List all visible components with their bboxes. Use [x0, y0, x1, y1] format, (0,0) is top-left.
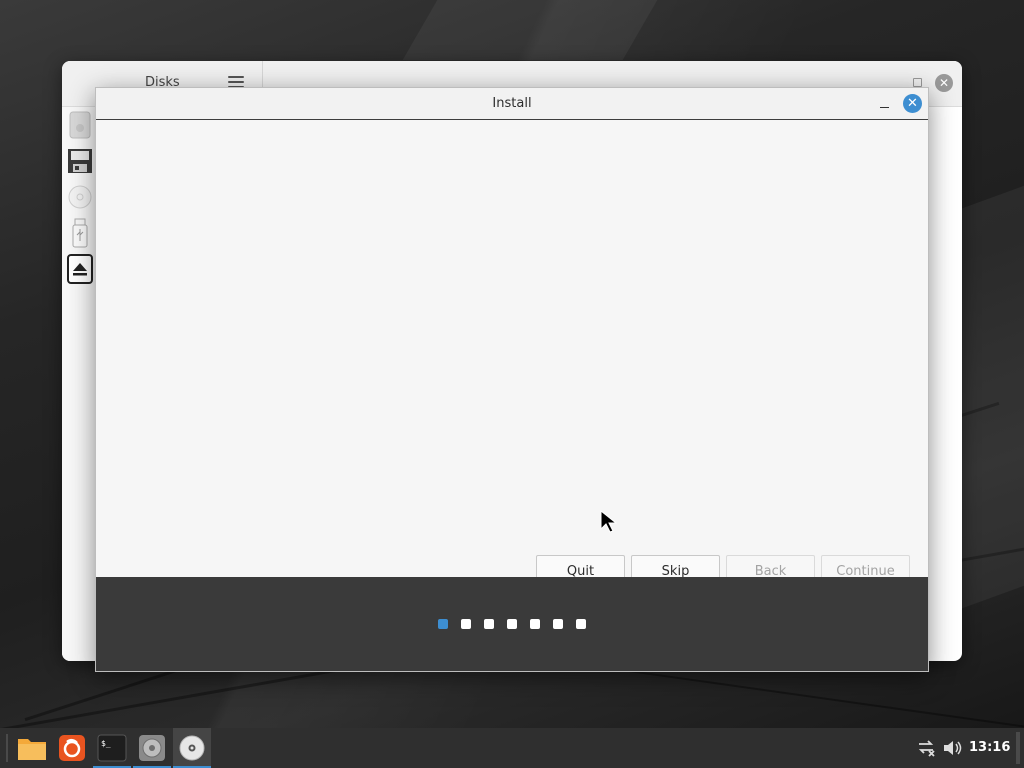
taskbar-disks[interactable]	[133, 728, 171, 768]
svg-text:$_: $_	[101, 739, 111, 748]
minimize-button[interactable]	[875, 94, 895, 114]
show-desktop-button[interactable]	[1016, 732, 1020, 764]
firefox-icon	[59, 735, 85, 761]
taskbar-install[interactable]	[173, 728, 211, 768]
taskbar-handle	[6, 734, 8, 762]
install-window: Install ✕ Quit Skip Back Continue	[95, 87, 929, 672]
optical-drive-icon[interactable]	[67, 183, 93, 211]
install-footer	[96, 577, 928, 671]
step-dot-6	[553, 619, 563, 629]
disks-close-button[interactable]: ✕	[935, 74, 953, 92]
floppy-icon[interactable]	[67, 147, 93, 175]
folder-icon	[18, 739, 46, 760]
clock[interactable]: 13:16	[969, 728, 1010, 768]
mouse-cursor-icon	[600, 510, 618, 533]
drive-icon[interactable]	[67, 111, 93, 139]
usb-drive-icon[interactable]	[67, 218, 93, 248]
disks-icon	[139, 735, 165, 761]
step-progress-dots	[438, 619, 586, 629]
close-button[interactable]: ✕	[903, 94, 922, 113]
maximize-icon[interactable]	[913, 78, 922, 87]
step-dot-5	[530, 619, 540, 629]
disks-sidebar	[62, 107, 96, 661]
volume-icon[interactable]	[942, 738, 962, 758]
install-titlebar[interactable]: Install ✕	[96, 88, 928, 120]
cd-icon	[179, 735, 205, 761]
taskbar-terminal[interactable]: $_	[93, 728, 131, 768]
taskbar-files[interactable]	[13, 728, 51, 768]
step-dot-2	[461, 619, 471, 629]
terminal-icon: $_	[97, 734, 127, 762]
network-disconnected-icon[interactable]	[916, 738, 936, 758]
install-content-area: Quit Skip Back Continue	[96, 121, 928, 589]
step-dot-7	[576, 619, 586, 629]
step-dot-4	[507, 619, 517, 629]
step-dot-1	[438, 619, 448, 629]
install-title: Install	[492, 96, 532, 111]
taskbar-firefox[interactable]	[53, 728, 91, 768]
taskbar: $_ 13:16	[0, 728, 1024, 768]
eject-icon[interactable]	[67, 254, 93, 284]
step-dot-3	[484, 619, 494, 629]
